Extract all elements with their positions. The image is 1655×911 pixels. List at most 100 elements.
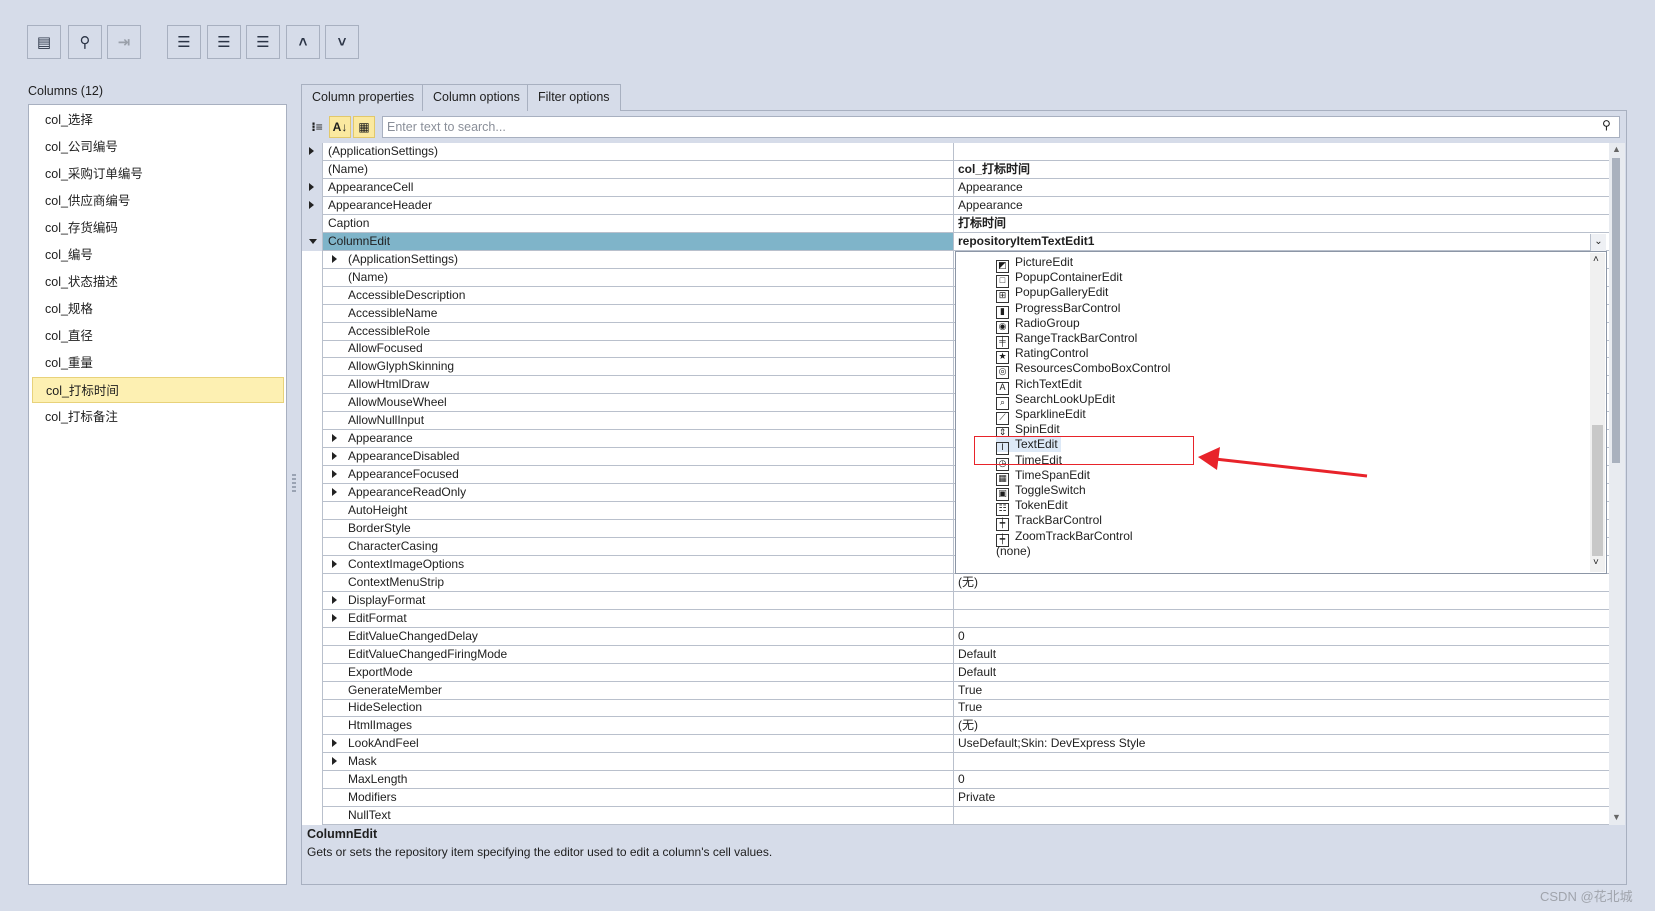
dropdown-item[interactable]: ⊞ PopupGalleryEdit <box>996 284 1111 304</box>
property-value[interactable] <box>954 807 1609 824</box>
property-row[interactable]: NullText <box>302 807 1609 825</box>
property-row[interactable]: HideSelection True <box>302 699 1609 718</box>
dropdown-item[interactable]: □ PopupContainerEdit <box>996 269 1125 289</box>
column-list-item[interactable]: col_存货编码 <box>32 215 284 241</box>
dropdown-scroll-thumb[interactable] <box>1592 425 1603 556</box>
dropdown-item[interactable]: ▦ TimeSpanEdit <box>996 467 1093 486</box>
property-row[interactable]: GenerateMember True <box>302 681 1609 700</box>
property-value[interactable]: (无) <box>954 717 1609 734</box>
column-list-item[interactable]: col_打标备注 <box>32 404 284 430</box>
column-edit-dropdown-button[interactable]: ⌄ <box>1590 234 1606 251</box>
property-row[interactable]: DisplayFormat <box>302 591 1609 610</box>
property-row[interactable]: EditFormat <box>302 609 1609 628</box>
property-row[interactable]: ColumnEdit repositoryItemTextEdit1 <box>302 232 1609 251</box>
dropdown-item[interactable]: ⇕ SpinEdit <box>996 421 1063 441</box>
property-value[interactable]: Appearance <box>954 179 1609 196</box>
dropdown-item[interactable]: ⌕ SearchLookUpEdit <box>996 391 1118 410</box>
column-list-item[interactable]: col_重量 <box>32 350 284 376</box>
expand-arrow-icon[interactable] <box>309 147 314 155</box>
editor-dropdown-list[interactable]: ◩ PictureEdit □ PopupContainerEdit ⊞ PopupGal… <box>955 251 1607 574</box>
dropdown-item[interactable]: ▣ ToggleSwitch <box>996 482 1089 501</box>
search-button[interactable]: ⚲ <box>68 25 102 59</box>
property-row[interactable]: ExportMode Default <box>302 663 1609 682</box>
splitter-handle[interactable] <box>292 474 296 494</box>
tab-filter-options[interactable]: Filter options <box>527 84 621 111</box>
property-pages-button[interactable]: ▦ <box>353 116 375 138</box>
property-value[interactable]: Private <box>954 789 1609 806</box>
property-row[interactable]: EditValueChangedDelay 0 <box>302 627 1609 646</box>
add-column-button[interactable]: ☰ <box>167 25 201 59</box>
search-icon[interactable]: ⚲ <box>1602 118 1611 132</box>
column-list-item[interactable]: col_规格 <box>32 296 284 322</box>
scroll-up-icon[interactable]: ▲ <box>1612 144 1621 154</box>
collapse-arrow-icon[interactable] <box>309 238 317 244</box>
categorized-button[interactable]: ⁝≡ <box>306 116 328 138</box>
dropdown-item[interactable]: ╪ RangeTrackBarControl <box>996 330 1140 349</box>
property-value[interactable]: UseDefault;Skin: DevExpress Style <box>954 735 1609 752</box>
expand-arrow-icon[interactable] <box>309 200 314 209</box>
property-row[interactable]: Mask <box>302 753 1609 772</box>
property-value[interactable]: Default <box>954 664 1609 681</box>
dropdown-item[interactable]: (none) <box>996 543 1034 559</box>
insert-column-button[interactable]: ☰ <box>207 25 241 59</box>
property-value[interactable]: 0 <box>954 771 1609 788</box>
property-row[interactable]: (Name) col_打标时间 <box>302 160 1609 179</box>
remove-column-button[interactable]: ☰ <box>246 25 280 59</box>
column-list-item[interactable]: col_公司编号 <box>32 134 284 160</box>
property-page-button[interactable]: ▤ <box>27 25 61 59</box>
property-row[interactable]: HtmlImages (无) <box>302 717 1609 736</box>
property-value[interactable]: True <box>954 699 1609 716</box>
property-row[interactable]: (ApplicationSettings) <box>302 143 1609 161</box>
property-value[interactable]: True <box>954 682 1609 699</box>
move-down-button[interactable]: ˅ <box>325 25 359 59</box>
search-input[interactable]: Enter text to search... <box>382 116 1620 138</box>
dropdown-item[interactable]: ★ RatingControl <box>996 345 1091 365</box>
property-value[interactable] <box>954 753 1609 770</box>
dropdown-item[interactable]: ◉ RadioGroup <box>996 315 1083 334</box>
dropdown-item[interactable]: ┿ TrackBarControl <box>996 512 1105 532</box>
column-list-item[interactable]: col_直径 <box>32 323 284 349</box>
property-row[interactable]: Modifiers Private <box>302 789 1609 808</box>
dropdown-item[interactable]: ┿ ZoomTrackBarControl <box>996 528 1136 547</box>
dropdown-item[interactable]: ◩ PictureEdit <box>996 254 1076 273</box>
dropdown-item[interactable]: ☷ TokenEdit <box>996 497 1071 517</box>
property-value[interactable]: repositoryItemTextEdit1 <box>954 233 1609 250</box>
property-row[interactable]: LookAndFeel UseDefault;Skin: DevExpress S… <box>302 735 1609 754</box>
column-list-item[interactable]: col_供应商编号 <box>32 188 284 214</box>
dropdown-item[interactable]: ⟋ SparklineEdit <box>996 406 1089 425</box>
property-value[interactable] <box>954 610 1609 627</box>
columns-list[interactable]: col_选择 col_公司编号 col_采购订单编号 col_供应商编号 col_存货编… <box>28 104 287 885</box>
property-value[interactable]: Default <box>954 646 1609 663</box>
column-list-item[interactable]: col_状态描述 <box>32 269 284 295</box>
property-value[interactable]: 0 <box>954 628 1609 645</box>
dropdown-scroll-down-icon[interactable]: ˅ <box>1593 557 1599 568</box>
move-up-button[interactable]: ˄ <box>286 25 320 59</box>
property-value[interactable]: (无) <box>954 574 1609 591</box>
grid-scroll-thumb[interactable] <box>1612 158 1620 463</box>
property-value[interactable] <box>954 592 1609 609</box>
property-row[interactable]: EditValueChangedFiringMode Default <box>302 645 1609 664</box>
property-row[interactable]: AppearanceHeader Appearance <box>302 196 1609 215</box>
property-row[interactable]: Caption 打标时间 <box>302 214 1609 233</box>
column-list-item[interactable]: col_编号 <box>32 242 284 268</box>
property-value[interactable] <box>954 143 1609 160</box>
column-list-item[interactable]: col_采购订单编号 <box>32 161 284 187</box>
expand-arrow-icon[interactable] <box>309 182 314 191</box>
column-list-item[interactable]: col_选择 <box>32 107 284 133</box>
property-value[interactable]: col_打标时间 <box>954 161 1609 178</box>
property-row[interactable]: AppearanceCell Appearance <box>302 178 1609 197</box>
dropdown-item[interactable]: ▮ ProgressBarControl <box>996 300 1123 319</box>
scroll-down-icon[interactable]: ▼ <box>1612 812 1621 822</box>
tab-column-options[interactable]: Column options <box>422 84 531 111</box>
column-list-item[interactable]: col_打标时间 <box>32 377 284 403</box>
tab-column-properties[interactable]: Column properties <box>301 84 426 111</box>
sort-alphabetical-button[interactable]: A↓ <box>329 116 351 138</box>
dropdown-item[interactable]: ◎ ResourcesComboBoxControl <box>996 360 1173 380</box>
property-value[interactable]: Appearance <box>954 197 1609 214</box>
property-row[interactable]: ContextMenuStrip (无) <box>302 573 1609 592</box>
dropdown-item[interactable]: A RichTextEdit <box>996 376 1085 395</box>
property-value[interactable]: 打标时间 <box>954 215 1609 232</box>
exit-button[interactable]: ⇥ <box>107 25 141 59</box>
dropdown-scroll-up-icon[interactable]: ˄ <box>1593 254 1599 265</box>
property-row[interactable]: MaxLength 0 <box>302 771 1609 790</box>
